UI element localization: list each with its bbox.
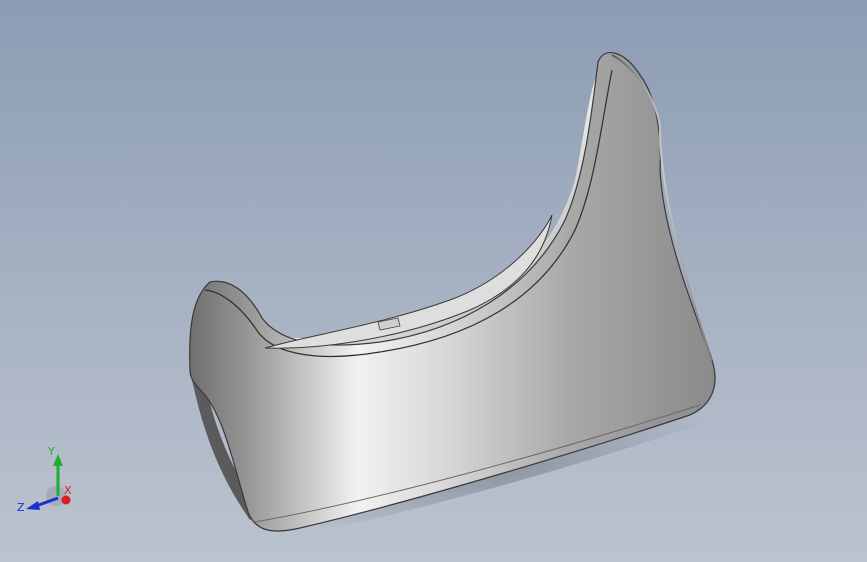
3d-model-part[interactable] [0, 0, 867, 562]
body-front-face [189, 52, 716, 532]
z-axis-label: Z [17, 501, 25, 514]
x-axis-label: X [64, 484, 72, 497]
orientation-triad[interactable]: Y Z X [0, 430, 90, 530]
z-axis-arrow-icon [26, 501, 40, 510]
graphics-viewport[interactable]: Y Z X [0, 0, 867, 562]
y-axis-label: Y [47, 445, 55, 458]
